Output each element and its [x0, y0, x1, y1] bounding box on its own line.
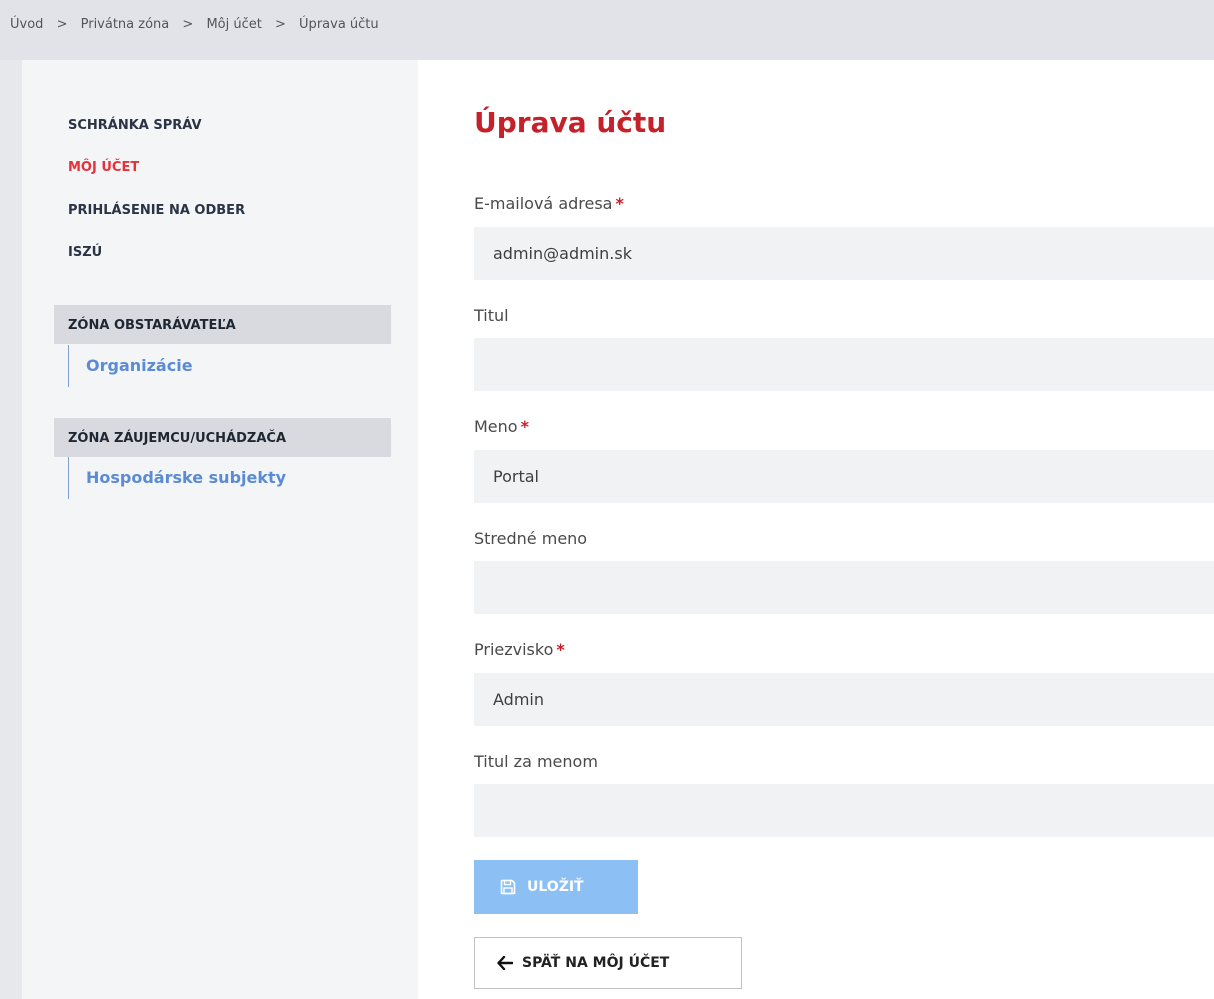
sidebar-item-my-account[interactable]: MÔJ ÚČET	[68, 160, 139, 175]
first-name-label: Meno *	[474, 417, 529, 436]
save-button-label: ULOŽIŤ	[527, 879, 584, 895]
title-label-text: Titul	[474, 306, 509, 325]
middle-name-field[interactable]	[474, 561, 1214, 614]
sidebar-item-message-box[interactable]: SCHRÁNKA SPRÁV	[68, 118, 202, 133]
save-button[interactable]: ULOŽIŤ	[474, 860, 638, 914]
breadcrumb-separator: >	[182, 17, 194, 32]
breadcrumb-separator: >	[56, 17, 68, 32]
surname-label-text: Priezvisko	[474, 640, 554, 659]
breadcrumb: Úvod > Privátna zóna > Môj účet > Úprava…	[0, 0, 1214, 60]
sidebar: SCHRÁNKA SPRÁV MÔJ ÚČET PRIHLÁSENIE NA O…	[22, 60, 418, 999]
breadcrumb-my-account[interactable]: Môj účet	[206, 17, 261, 32]
sidebar-item-iszu[interactable]: ISZÚ	[68, 245, 102, 260]
title-label: Titul	[474, 306, 509, 325]
sidebar-item-subscription[interactable]: PRIHLÁSENIE NA ODBER	[68, 203, 245, 218]
first-name-label-text: Meno	[474, 417, 518, 436]
zone-header-contracting-authority: ZÓNA OBSTARÁVATEĽA	[54, 305, 391, 344]
zone-header-applicant: ZÓNA ZÁUJEMCU/UCHÁDZAČA	[54, 418, 391, 457]
first-name-field[interactable]	[474, 450, 1214, 503]
required-marker: *	[615, 194, 624, 213]
required-marker: *	[556, 640, 565, 659]
title-field[interactable]	[474, 338, 1214, 391]
page-title: Úprava účtu	[474, 106, 667, 139]
zone-link-organizations[interactable]: Organizácie	[68, 345, 193, 387]
email-label: E-mailová adresa *	[474, 194, 624, 213]
breadcrumb-separator: >	[275, 17, 286, 32]
title-after-name-field[interactable]	[474, 784, 1214, 837]
floppy-disk-icon	[500, 879, 516, 895]
title-after-name-label: Titul za menom	[474, 752, 598, 771]
required-marker: *	[520, 417, 529, 436]
breadcrumb-trail: Úvod > Privátna zóna > Môj účet > Úprava…	[10, 17, 388, 32]
title-after-name-label-text: Titul za menom	[474, 752, 598, 771]
zone-link-economic-operators[interactable]: Hospodárske subjekty	[68, 457, 286, 499]
middle-name-label: Stredné meno	[474, 529, 587, 548]
surname-field[interactable]	[474, 673, 1214, 726]
surname-label: Priezvisko *	[474, 640, 565, 659]
breadcrumb-private-zone[interactable]: Privátna zóna	[81, 17, 170, 32]
back-to-account-button[interactable]: SPÄŤ NA MÔJ ÚČET	[474, 937, 742, 989]
email-field[interactable]	[474, 227, 1214, 280]
back-button-label: SPÄŤ NA MÔJ ÚČET	[522, 955, 670, 971]
main-content: Úprava účtu E-mailová adresa* Titul Meno…	[418, 60, 1214, 999]
middle-name-label-text: Stredné meno	[474, 529, 588, 548]
email-label-text: E-mailová adresa	[474, 194, 613, 213]
breadcrumb-current: Úprava účtu	[299, 17, 379, 32]
breadcrumb-home[interactable]: Úvod	[10, 17, 43, 32]
arrow-left-icon	[497, 956, 513, 970]
